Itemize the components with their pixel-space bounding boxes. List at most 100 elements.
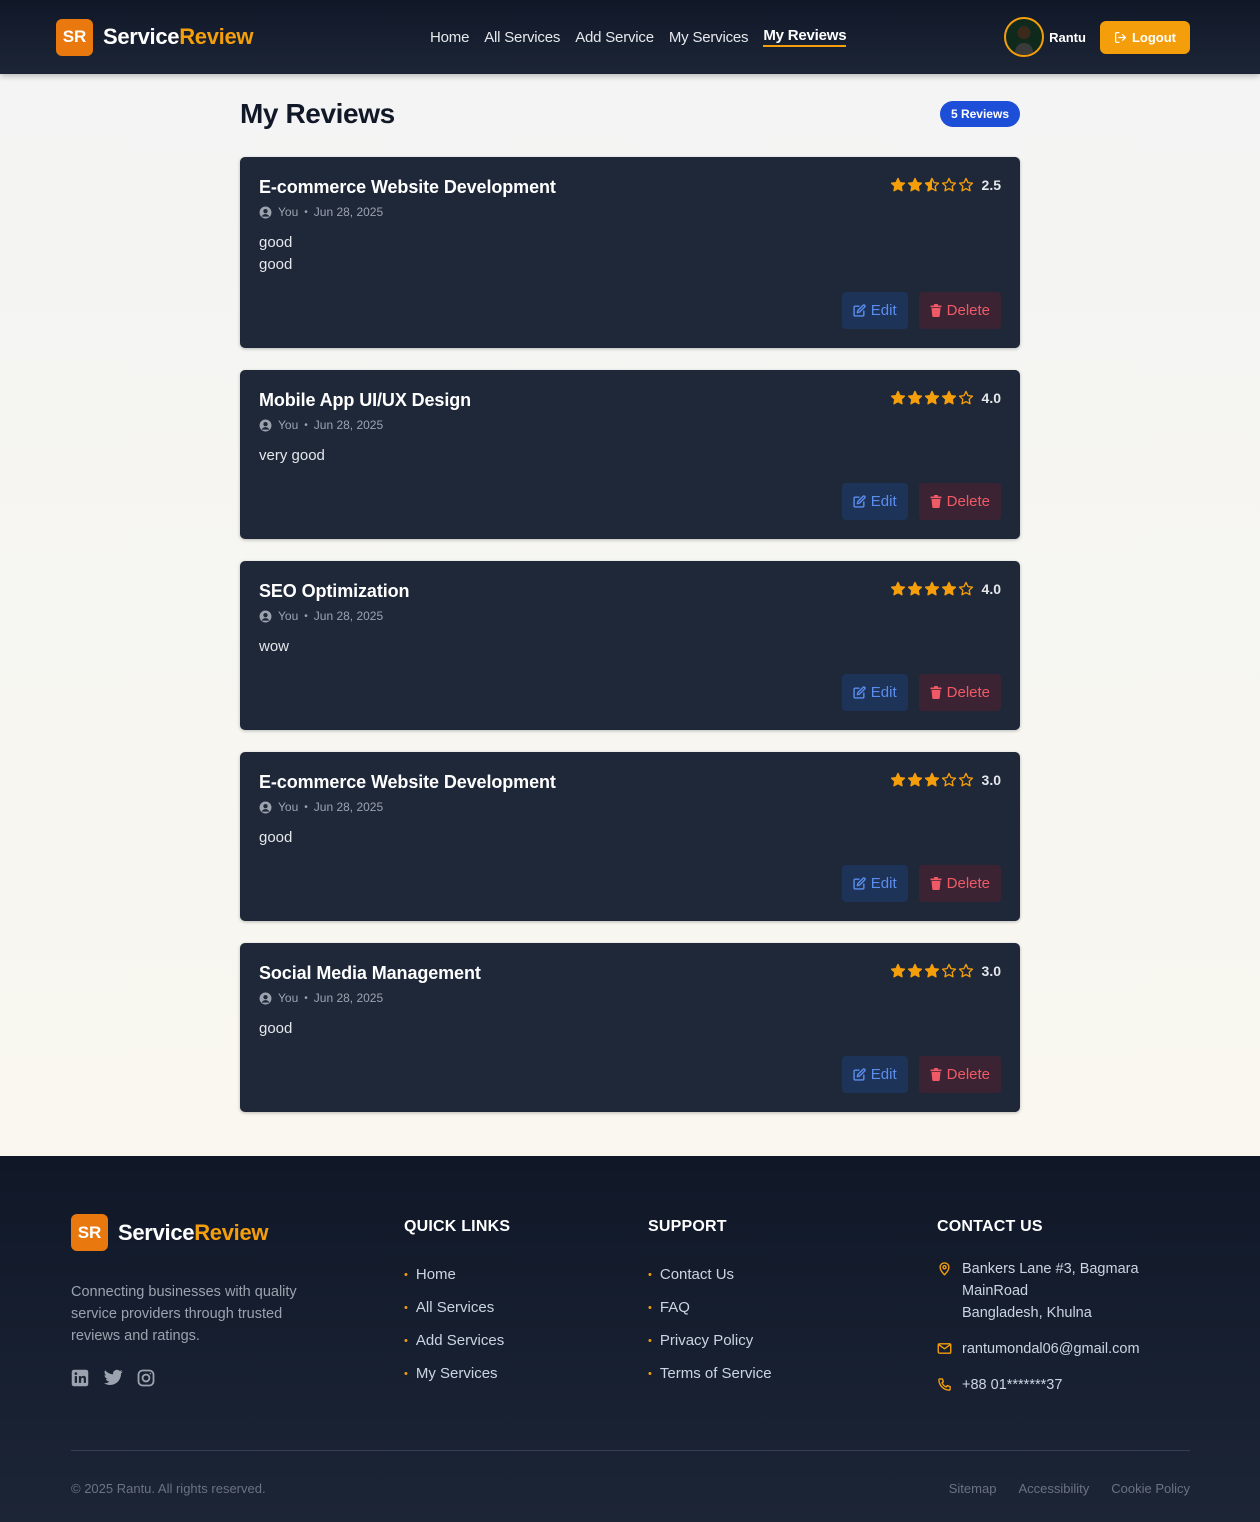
footer-link-faq[interactable]: • FAQ xyxy=(648,1291,937,1324)
instagram-icon[interactable] xyxy=(137,1369,156,1388)
social-links xyxy=(71,1369,404,1388)
rating-value: 4.0 xyxy=(981,390,1001,406)
review-meta: You • Jun 28, 2025 xyxy=(259,609,1001,623)
footer-link-terms-of-service[interactable]: • Terms of Service xyxy=(648,1357,937,1390)
star-filled-icon xyxy=(924,581,939,596)
review-rating: 3.0 xyxy=(890,963,1001,979)
star-filled-icon xyxy=(907,390,922,405)
meta-separator: • xyxy=(304,610,308,622)
star-filled-icon xyxy=(890,177,905,192)
avatar[interactable] xyxy=(1004,17,1045,57)
footer-brand-column: SR ServiceReview Connecting businesses w… xyxy=(71,1214,404,1396)
review-card: SEO Optimization 4.0 You • Jun 28, 2025 … xyxy=(240,561,1020,730)
delete-review-button[interactable]: Delete xyxy=(918,292,1001,329)
logout-icon xyxy=(1114,31,1126,43)
review-actions: Edit Delete xyxy=(259,865,1001,902)
contact-address: Bankers Lane #3, Bagmara MainRoad Bangla… xyxy=(937,1258,1190,1324)
star-filled-icon xyxy=(907,963,922,978)
rating-value: 2.5 xyxy=(981,177,1001,193)
review-comment: good xyxy=(259,1020,293,1037)
delete-review-button[interactable]: Delete xyxy=(918,865,1001,902)
edit-label: Edit xyxy=(870,684,897,701)
nav-link-all-services[interactable]: All Services xyxy=(484,29,560,46)
brand-logo[interactable]: SR ServiceReview xyxy=(56,18,254,56)
delete-review-button[interactable]: Delete xyxy=(918,1056,1001,1093)
edit-icon xyxy=(853,304,866,317)
review-card: Social Media Management 3.0 You • Jun 28… xyxy=(240,943,1020,1112)
trash-icon xyxy=(930,877,942,890)
reviews-list: E-commerce Website Development 2.5 You •… xyxy=(240,157,1020,1112)
user-name: Rantu xyxy=(1049,29,1086,45)
logout-button[interactable]: Logout xyxy=(1099,20,1190,54)
edit-review-button[interactable]: Edit xyxy=(841,292,908,329)
footer-link-add-services[interactable]: • Add Services xyxy=(404,1324,648,1357)
star-half-icon xyxy=(924,177,939,192)
linkedin-icon[interactable] xyxy=(71,1369,90,1388)
contact-phone[interactable]: +88 01*******37 xyxy=(937,1374,1190,1396)
star-filled-icon xyxy=(890,581,905,596)
footer-link-home[interactable]: • Home xyxy=(404,1258,648,1291)
meta-separator: • xyxy=(304,992,308,1004)
nav-link-my-reviews[interactable]: My Reviews xyxy=(763,27,847,47)
edit-review-button[interactable]: Edit xyxy=(841,483,908,520)
nav-right: Rantu Logout xyxy=(1004,17,1190,57)
edit-icon xyxy=(853,495,866,508)
delete-label: Delete xyxy=(946,1066,990,1083)
footer-brand-logo[interactable]: SR ServiceReview xyxy=(71,1214,404,1251)
meta-separator: • xyxy=(304,419,308,431)
contact-address-text: Bankers Lane #3, Bagmara MainRoad Bangla… xyxy=(962,1261,1139,1321)
delete-review-button[interactable]: Delete xyxy=(918,483,1001,520)
nav-link-my-services[interactable]: My Services xyxy=(669,29,749,46)
nav-link-add-service[interactable]: Add Service xyxy=(575,29,654,46)
review-actions: Edit Delete xyxy=(259,483,1001,520)
delete-review-button[interactable]: Delete xyxy=(918,674,1001,711)
footer-link-contact-us[interactable]: • Contact Us xyxy=(648,1258,937,1291)
star-rating xyxy=(890,177,974,193)
review-actions: Edit Delete xyxy=(259,674,1001,711)
star-filled-icon xyxy=(890,963,905,978)
contact-email[interactable]: rantumondal06@gmail.com xyxy=(937,1338,1190,1360)
sitemap-link[interactable]: Sitemap xyxy=(949,1481,997,1496)
delete-label: Delete xyxy=(946,302,990,319)
page-header: My Reviews 5 Reviews xyxy=(240,98,1020,130)
user-circle-icon xyxy=(259,801,272,813)
twitter-icon[interactable] xyxy=(104,1369,123,1388)
footer-link-privacy-policy[interactable]: • Privacy Policy xyxy=(648,1324,937,1357)
review-date: Jun 28, 2025 xyxy=(313,800,384,814)
star-filled-icon xyxy=(924,390,939,405)
delete-label: Delete xyxy=(946,875,990,892)
review-date: Jun 28, 2025 xyxy=(313,418,384,432)
star-rating xyxy=(890,390,974,406)
review-rating: 3.0 xyxy=(890,772,1001,788)
nav-link-home[interactable]: Home xyxy=(430,29,469,46)
rating-value: 4.0 xyxy=(981,581,1001,597)
mail-icon xyxy=(937,1343,952,1354)
review-comment: good good xyxy=(259,234,293,273)
footer-support-column: SUPPORT • Contact Us • FAQ • Privacy Policy… xyxy=(648,1214,937,1396)
star-filled-icon xyxy=(907,177,922,192)
review-card-header: Mobile App UI/UX Design 4.0 xyxy=(259,390,1001,411)
edit-review-button[interactable]: Edit xyxy=(841,1056,908,1093)
footer-link-all-services[interactable]: • All Services xyxy=(404,1291,648,1324)
review-meta: You • Jun 28, 2025 xyxy=(259,800,1001,814)
review-service-title: E-commerce Website Development xyxy=(259,772,556,792)
brand-badge: SR xyxy=(56,18,93,56)
trash-icon xyxy=(930,686,942,699)
trash-icon xyxy=(930,1068,942,1081)
contact-phone-text: +88 01*******37 xyxy=(962,1377,1063,1393)
edit-review-button[interactable]: Edit xyxy=(841,865,908,902)
support-heading: SUPPORT xyxy=(648,1218,727,1235)
cookie-policy-link[interactable]: Cookie Policy xyxy=(1111,1481,1190,1496)
review-rating: 4.0 xyxy=(890,581,1001,597)
star-outline-icon xyxy=(958,177,973,192)
edit-review-button[interactable]: Edit xyxy=(841,674,908,711)
copyright: © 2025 Rantu. All rights reserved. xyxy=(71,1481,266,1496)
accessibility-link[interactable]: Accessibility xyxy=(1018,1481,1089,1496)
review-service-title: Social Media Management xyxy=(259,963,481,983)
footer-link-my-services[interactable]: • My Services xyxy=(404,1357,648,1390)
user-circle-icon xyxy=(259,206,272,218)
meta-separator: • xyxy=(304,801,308,813)
user-menu[interactable]: Rantu xyxy=(1004,17,1086,57)
review-card: E-commerce Website Development 3.0 You •… xyxy=(240,752,1020,921)
map-pin-icon xyxy=(939,1262,950,1276)
